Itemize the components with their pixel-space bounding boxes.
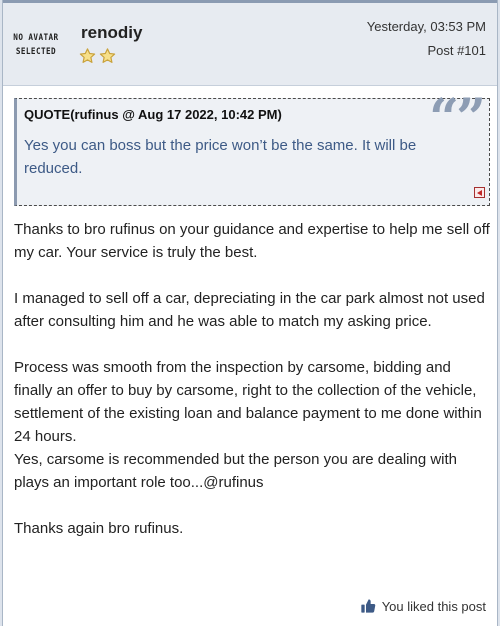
post-body: Thanks to bro rufinus on your guidance a… [14,218,492,563]
like-status[interactable]: You liked this post [360,598,486,614]
forum-post: NO AVATAR SELECTED renodiy Yesterday, 03… [2,0,498,626]
quote-text: Yes you can boss but the price won’t be … [24,137,417,177]
post-header: NO AVATAR SELECTED renodiy Yesterday, 03… [3,0,497,86]
star-icon [99,48,116,63]
post-number-link[interactable]: Post #101 [427,43,486,58]
liked-label: You liked this post [381,598,486,614]
post-date: Yesterday, 03:53 PM [366,19,486,34]
thumbs-up-icon [361,599,375,613]
avatar-placeholder-line1: NO AVATAR [13,33,59,43]
avatar-placeholder-line2: SELECTED [15,47,57,57]
rank-stars [78,47,117,65]
username-link[interactable]: renodiy [81,23,142,43]
quote-header: QUOTE(rufinus @ Aug 17 2022, 10:42 PM) [24,107,282,122]
avatar: NO AVATAR SELECTED [13,31,59,59]
post-paragraph: I managed to sell off a car, depreciatin… [14,290,485,330]
star-icon [79,48,96,63]
post-paragraph: Thanks again bro rufinus. [14,520,184,537]
post-paragraph: Process was smooth from the inspection b… [14,359,482,491]
quote-block: QUOTE(rufinus @ Aug 17 2022, 10:42 PM) “… [14,93,490,206]
post-paragraph: Thanks to bro rufinus on your guidance a… [14,221,490,261]
jump-to-post-icon[interactable] [474,187,485,198]
